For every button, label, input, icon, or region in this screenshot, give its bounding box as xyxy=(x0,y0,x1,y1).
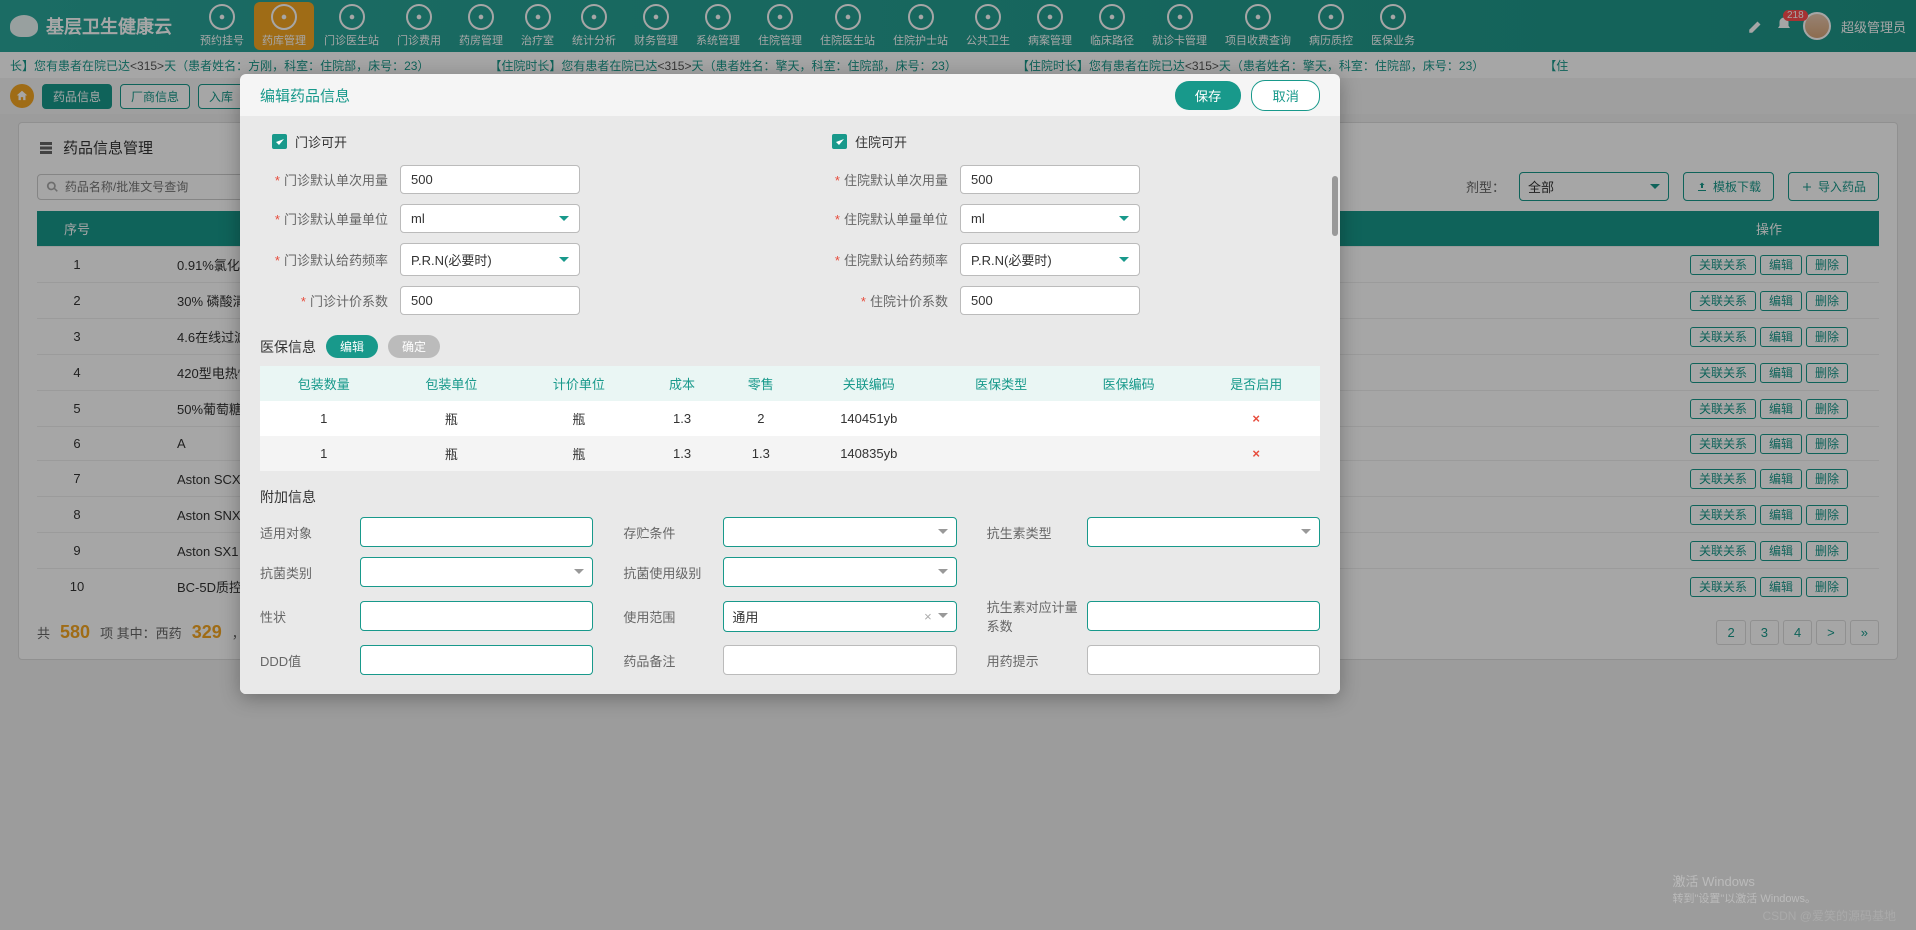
chevron-down-icon xyxy=(559,214,569,224)
scrollbar[interactable] xyxy=(1332,176,1338,236)
chevron-down-icon xyxy=(938,527,948,537)
in-dose-input[interactable]: 500 xyxy=(960,165,1140,194)
chevron-down-icon xyxy=(574,567,584,577)
tip-input[interactable] xyxy=(1087,645,1320,675)
ins-ok-button[interactable]: 确定 xyxy=(388,335,440,358)
out-coef-input[interactable]: 500 xyxy=(400,286,580,315)
out-freq-select[interactable]: P.R.N(必要时) xyxy=(400,243,580,276)
chevron-down-icon xyxy=(1301,527,1311,537)
antilvl-select[interactable] xyxy=(723,557,956,587)
activate-windows: 激活 Windows 转到"设置"以激活 Windows。 xyxy=(1673,871,1817,906)
additional-grid: 适用对象 存贮条件 抗生素类型 抗菌类别 抗菌使用级别 性状 使用范围通用× 抗… xyxy=(260,517,1320,675)
clear-icon[interactable]: × xyxy=(924,609,932,624)
modal-body: 门诊可开 *门诊默认单次用量500 *门诊默认单量单位ml *门诊默认给药频率P… xyxy=(240,116,1340,694)
additional-section-title: 附加信息 xyxy=(260,487,316,507)
prop-input[interactable] xyxy=(360,601,593,631)
watermark: CSDN @爱笑的源码基地 xyxy=(1762,907,1896,924)
edit-drug-modal: 编辑药品信息 保存 取消 门诊可开 *门诊默认单次用量500 *门诊默认单量单位… xyxy=(240,74,1340,694)
ins-row: 1瓶瓶1.31.3140835yb× xyxy=(260,436,1320,471)
in-unit-select[interactable]: ml xyxy=(960,204,1140,233)
disable-icon[interactable]: × xyxy=(1192,401,1320,436)
anticoef-input[interactable] xyxy=(1087,601,1320,631)
out-unit-select[interactable]: ml xyxy=(400,204,580,233)
obj-input[interactable] xyxy=(360,517,593,547)
inpatient-checkbox[interactable]: 住院可开 xyxy=(832,132,1320,151)
modal-title: 编辑药品信息 xyxy=(260,85,1175,106)
chevron-down-icon xyxy=(1119,255,1129,265)
cancel-button[interactable]: 取消 xyxy=(1251,80,1320,111)
chevron-down-icon xyxy=(1119,214,1129,224)
chevron-down-icon xyxy=(938,611,948,621)
ins-row: 1瓶瓶1.32140451yb× xyxy=(260,401,1320,436)
ddd-input[interactable] xyxy=(360,645,593,675)
disable-icon[interactable]: × xyxy=(1192,436,1320,471)
scope-select[interactable]: 通用× xyxy=(723,601,956,632)
chevron-down-icon xyxy=(938,567,948,577)
in-coef-input[interactable]: 500 xyxy=(960,286,1140,315)
remark-input[interactable] xyxy=(723,645,956,675)
outpatient-checkbox[interactable]: 门诊可开 xyxy=(272,132,760,151)
insurance-table: 包装数量包装单位计价单位 成本零售关联编码 医保类型医保编码是否启用 1瓶瓶1.… xyxy=(260,366,1320,471)
store-select[interactable] xyxy=(723,517,956,547)
modal-header: 编辑药品信息 保存 取消 xyxy=(240,74,1340,116)
in-freq-select[interactable]: P.R.N(必要时) xyxy=(960,243,1140,276)
anticat-select[interactable] xyxy=(360,557,593,587)
insurance-section-header: 医保信息 编辑 确定 xyxy=(260,335,1320,358)
chevron-down-icon xyxy=(559,255,569,265)
antitype-select[interactable] xyxy=(1087,517,1320,547)
ins-edit-button[interactable]: 编辑 xyxy=(326,335,378,358)
save-button[interactable]: 保存 xyxy=(1175,81,1242,110)
out-dose-input[interactable]: 500 xyxy=(400,165,580,194)
